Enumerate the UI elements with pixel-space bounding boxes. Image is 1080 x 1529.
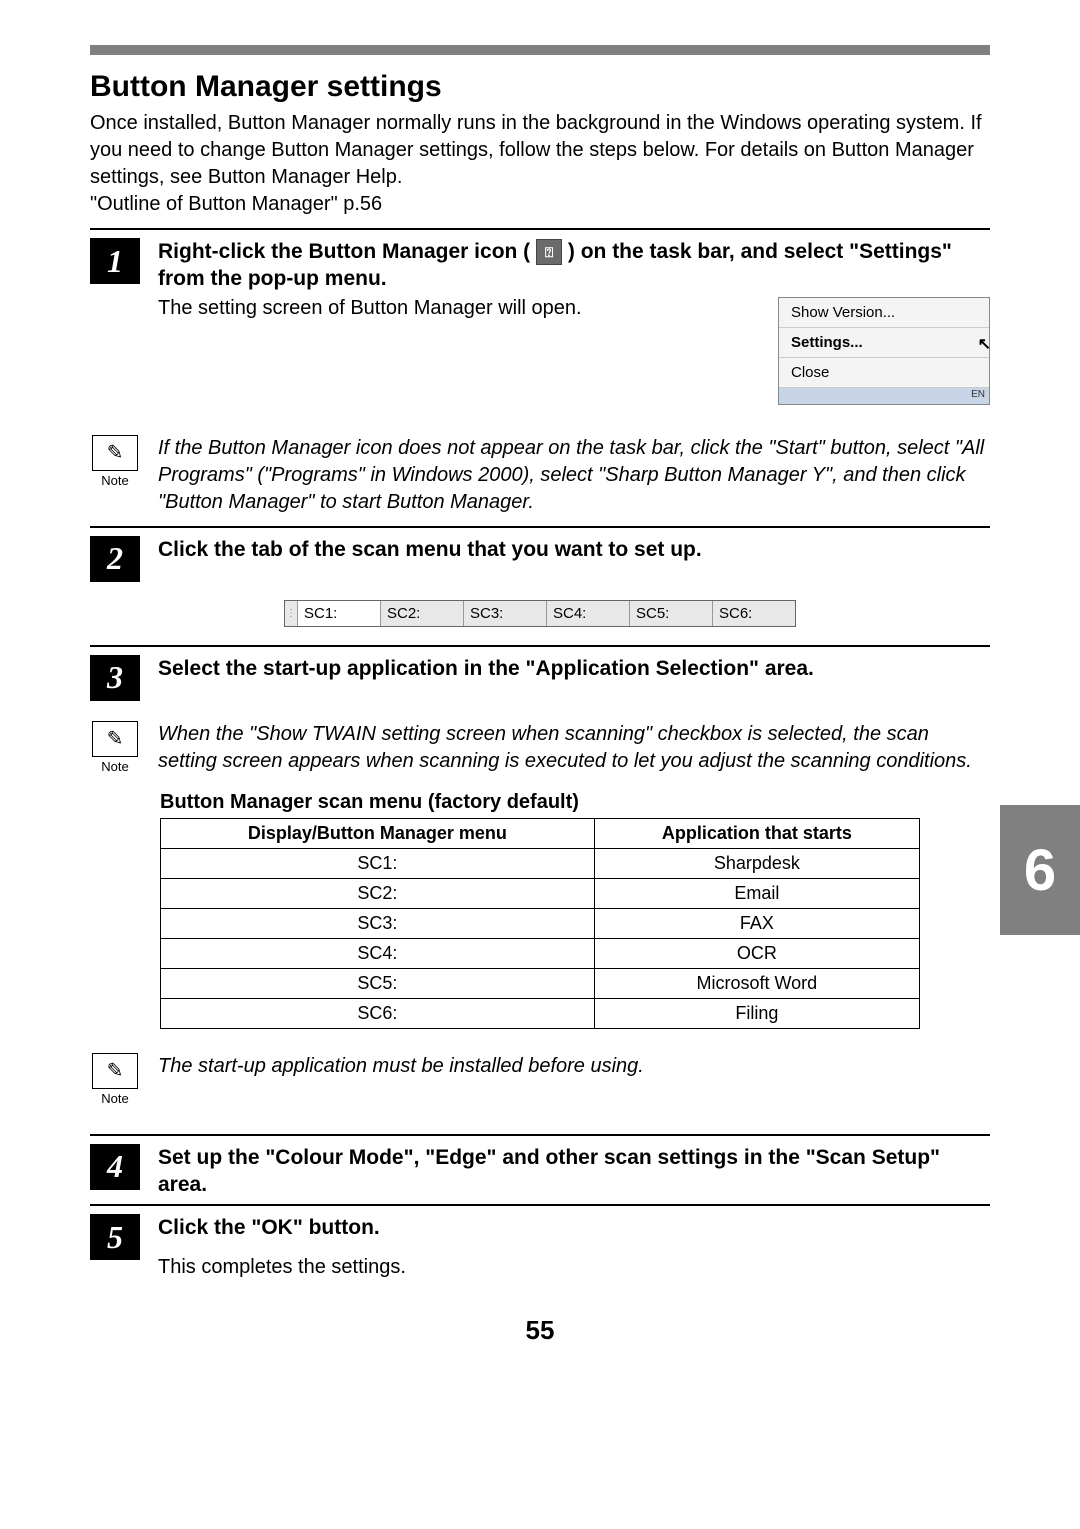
page-title: Button Manager settings <box>90 70 990 104</box>
step-5-sub: This completes the settings. <box>158 1256 990 1279</box>
scan-tabs: ⋮ SC1: SC2: SC3: SC4: SC5: SC6: <box>284 600 796 627</box>
note-1: ✎ Note If the Button Manager icon does n… <box>90 435 990 516</box>
tab-sc3[interactable]: SC3: <box>464 601 547 626</box>
chapter-tab: 6 <box>1000 805 1080 935</box>
step-2-title: Click the tab of the scan menu that you … <box>158 536 990 563</box>
table-row: SC3:FAX <box>161 908 920 938</box>
step-3: 3 Select the start-up application in the… <box>90 645 990 707</box>
cell: SC6: <box>161 998 595 1028</box>
note-label: Note <box>90 473 140 488</box>
step-1-title-a: Right-click the Button Manager icon ( <box>158 240 530 263</box>
table-title: Button Manager scan menu (factory defaul… <box>160 791 990 814</box>
cell: SC4: <box>161 938 595 968</box>
defaults-table: Display/Button Manager menu Application … <box>160 818 920 1029</box>
note-2-text: When the "Show TWAIN setting screen when… <box>158 721 990 775</box>
step-number: 3 <box>90 655 140 701</box>
table-row: SC1:Sharpdesk <box>161 848 920 878</box>
page-number: 55 <box>90 1315 990 1346</box>
note-3-text: The start-up application must be install… <box>158 1053 990 1080</box>
intro-reference: "Outline of Button Manager" p.56 <box>90 193 382 215</box>
step-4: 4 Set up the "Colour Mode", "Edge" and o… <box>90 1134 990 1205</box>
step-5-title: Click the "OK" button. <box>158 1214 990 1241</box>
context-menu: Show Version... Settings... ↖ Close EN <box>778 297 990 405</box>
button-manager-icon: ⍰ <box>536 239 562 265</box>
menu-close[interactable]: Close <box>779 358 989 388</box>
cell: Microsoft Word <box>594 968 919 998</box>
cell: SC2: <box>161 878 595 908</box>
step-1-title: Right-click the Button Manager icon ( ⍰ … <box>158 238 990 293</box>
tab-sc5[interactable]: SC5: <box>630 601 713 626</box>
step-number: 1 <box>90 238 140 284</box>
table-row: SC2:Email <box>161 878 920 908</box>
cell: SC1: <box>161 848 595 878</box>
menu-settings-label: Settings... <box>791 334 863 351</box>
cell: Filing <box>594 998 919 1028</box>
note-icon: ✎ <box>92 1053 138 1089</box>
tab-sc6[interactable]: SC6: <box>713 601 795 626</box>
intro-text: Once installed, Button Manager normally … <box>90 110 990 218</box>
cell: Email <box>594 878 919 908</box>
note-label: Note <box>90 1091 140 1106</box>
cursor-icon: ↖ <box>978 334 991 354</box>
step-5: 5 Click the "OK" button. This completes … <box>90 1204 990 1284</box>
cell: SC5: <box>161 968 595 998</box>
menu-show-version[interactable]: Show Version... <box>779 298 989 328</box>
cell: Sharpdesk <box>594 848 919 878</box>
table-head-1: Display/Button Manager menu <box>161 818 595 848</box>
note-3: ✎ Note The start-up application must be … <box>90 1053 990 1106</box>
tab-sc1[interactable]: SC1: <box>298 601 381 626</box>
cell: SC3: <box>161 908 595 938</box>
cell: OCR <box>594 938 919 968</box>
menu-settings[interactable]: Settings... ↖ <box>779 328 989 358</box>
tab-sc2[interactable]: SC2: <box>381 601 464 626</box>
tab-sc4[interactable]: SC4: <box>547 601 630 626</box>
header-rule <box>90 45 990 55</box>
table-row: SC6:Filing <box>161 998 920 1028</box>
step-3-title: Select the start-up application in the "… <box>158 655 990 682</box>
cell: FAX <box>594 908 919 938</box>
note-label: Note <box>90 759 140 774</box>
step-number: 2 <box>90 536 140 582</box>
step-number: 4 <box>90 1144 140 1190</box>
step-1: 1 Right-click the Button Manager icon ( … <box>90 228 990 421</box>
table-head-2: Application that starts <box>594 818 919 848</box>
table-row: SC4:OCR <box>161 938 920 968</box>
table-row: SC5:Microsoft Word <box>161 968 920 998</box>
step-4-title: Set up the "Colour Mode", "Edge" and oth… <box>158 1144 990 1199</box>
intro-para: Once installed, Button Manager normally … <box>90 112 982 188</box>
step-number: 5 <box>90 1214 140 1260</box>
note-1-text: If the Button Manager icon does not appe… <box>158 435 990 516</box>
step-2: 2 Click the tab of the scan menu that yo… <box>90 526 990 588</box>
system-tray: EN <box>779 388 989 404</box>
tab-handle: ⋮ <box>285 601 298 626</box>
note-icon: ✎ <box>92 721 138 757</box>
note-icon: ✎ <box>92 435 138 471</box>
note-2: ✎ Note When the "Show TWAIN setting scre… <box>90 721 990 775</box>
